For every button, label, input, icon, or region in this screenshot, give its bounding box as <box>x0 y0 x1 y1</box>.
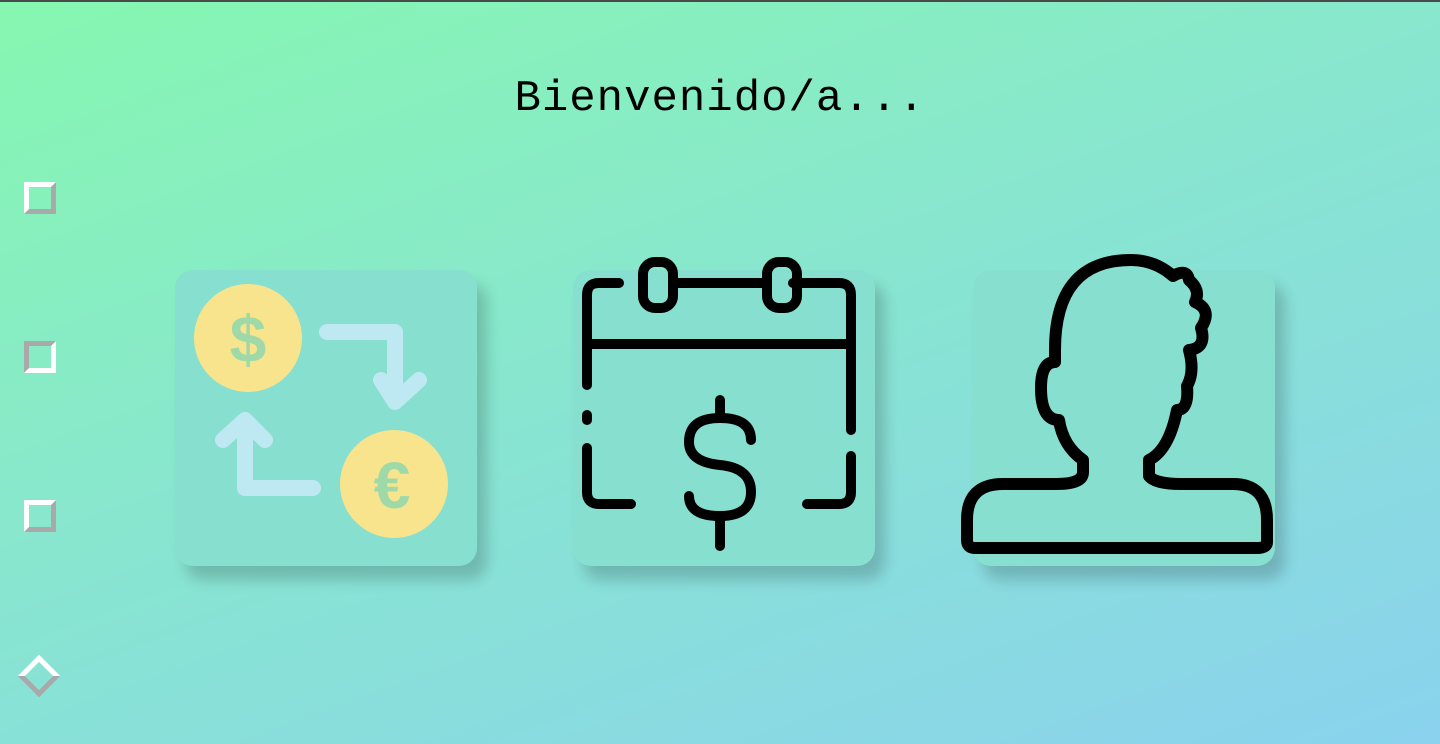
dollar-s-curve <box>684 413 756 521</box>
calendar-dollar-icon <box>582 257 856 551</box>
page-title: Bienvenido/a... <box>514 74 926 124</box>
calendar-ring-right <box>762 257 802 313</box>
calendar-bottom-right <box>802 451 856 509</box>
nav-button-1[interactable] <box>24 182 56 214</box>
currency-exchange-card[interactable]: $ € <box>175 270 477 566</box>
calendar-bottom-left <box>582 443 636 509</box>
euro-coin-symbol: € <box>374 448 411 522</box>
user-profile-icon <box>961 254 1273 554</box>
nav-button-4[interactable] <box>17 654 61 698</box>
calendar-ring-left <box>638 257 678 313</box>
nav-button-3[interactable] <box>24 500 56 532</box>
dollar-coin-symbol: $ <box>230 302 267 376</box>
calendar-left-side <box>582 278 624 390</box>
user-silhouette <box>961 254 1273 554</box>
top-border <box>0 0 1440 2</box>
nav-button-2[interactable] <box>24 341 56 373</box>
currency-exchange-icon: $ € <box>194 284 448 538</box>
payments-calendar-card[interactable] <box>573 257 875 566</box>
user-profile-card[interactable] <box>961 254 1275 566</box>
calendar-right-side <box>788 278 856 435</box>
